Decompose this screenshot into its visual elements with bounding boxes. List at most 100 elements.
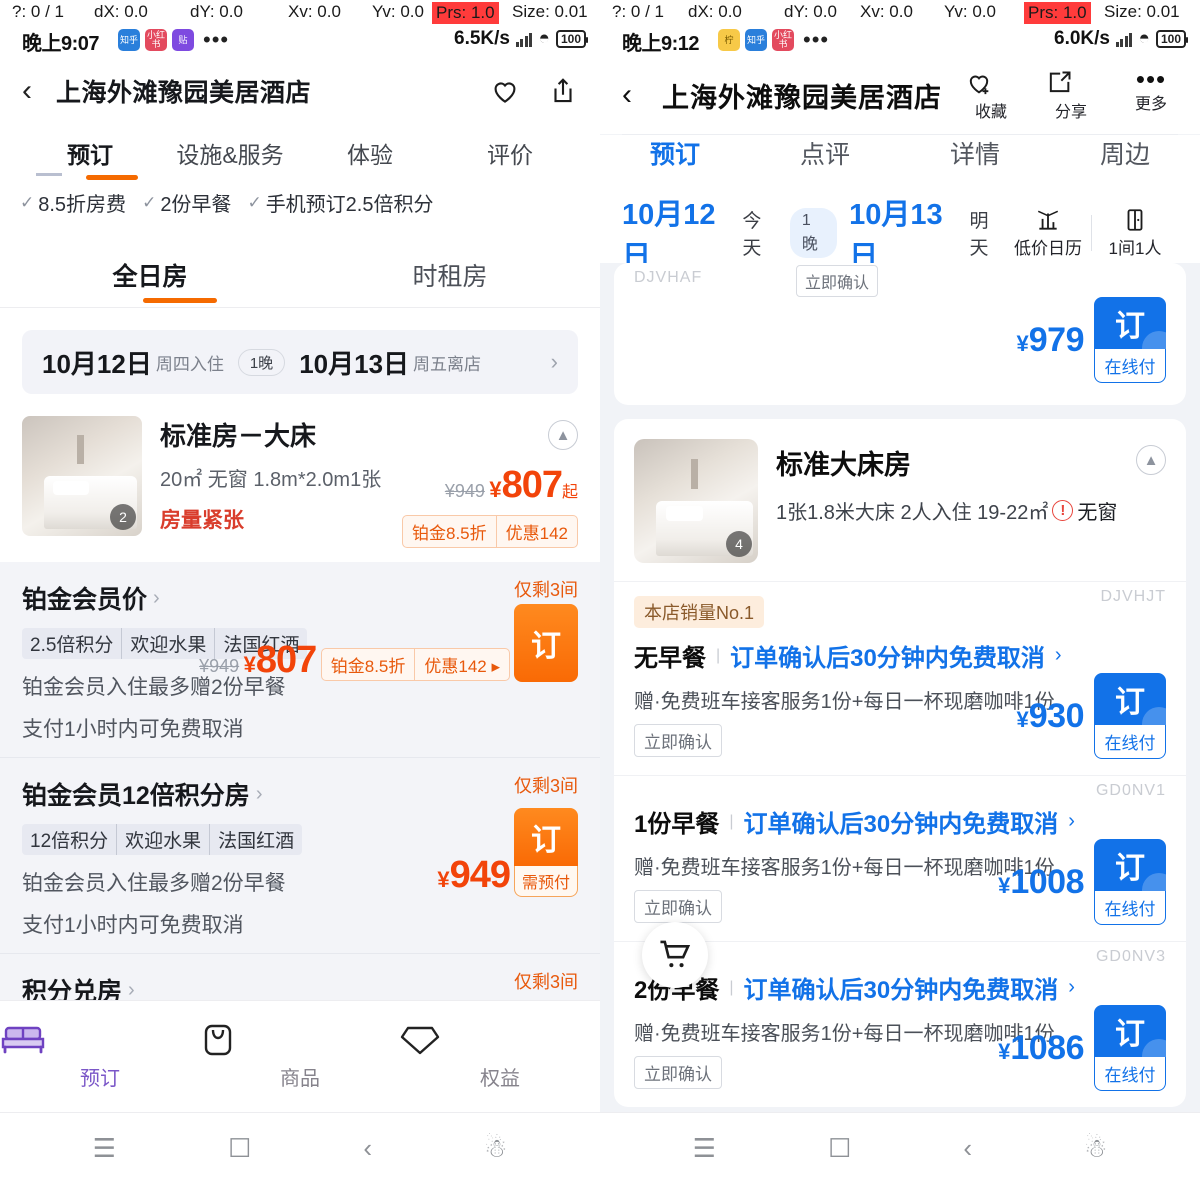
- rate-row-no-breakfast[interactable]: DJVHJT 本店销量No.1 无早餐 | 订单确认后30分钟内免费取消 › 赠…: [614, 581, 1186, 775]
- debug-field-yv: Yv: 0.0: [944, 2, 996, 21]
- tab-reviews[interactable]: 点评: [750, 135, 900, 171]
- rate-title-row[interactable]: 2份早餐 | 订单确认后30分钟内免费取消 ›: [634, 970, 1166, 1005]
- door-icon: [1127, 209, 1143, 231]
- app-icon-lemon: 柠: [718, 29, 740, 51]
- rate-code: GD0NV3: [1095, 948, 1166, 965]
- debug-field-pointer: ?: 0 / 1: [612, 2, 664, 21]
- chevron-right-icon: ›: [1068, 976, 1075, 998]
- debug-field-prs: Prs: 1.0: [432, 2, 499, 24]
- more-action[interactable]: ••• 更多: [1124, 63, 1178, 122]
- bottomnav-booking[interactable]: 预订: [0, 1022, 200, 1091]
- room-name: 标准大床房: [776, 450, 911, 480]
- calendar-label: 低价日历: [1014, 239, 1082, 258]
- debug-field-pointer: ?: 0 / 1: [12, 2, 64, 21]
- date-range-selector[interactable]: 10月12日 周四入住 1晚 10月13日 周五离店 ›: [22, 330, 578, 394]
- discount-tag[interactable]: 优惠142 ▸: [414, 649, 509, 680]
- plan-price: 807: [255, 639, 317, 681]
- meal-label: 无早餐: [634, 645, 706, 672]
- home-icon[interactable]: ☐: [828, 1133, 851, 1164]
- left-debug-statusbar: ?: 0 / 1 dX: 0.0 dY: 0.0 Xv: 0.0 Yv: 0.0…: [0, 0, 600, 56]
- book-button[interactable]: 订: [1094, 297, 1166, 349]
- status-app-icons: 柠 知乎 小红书 •••: [718, 29, 829, 51]
- accessibility-icon[interactable]: ☃: [484, 1133, 507, 1164]
- back-chevron-icon[interactable]: ‹: [622, 78, 662, 112]
- check-icon: ✓: [142, 192, 157, 212]
- subtab-hourly[interactable]: 时租房: [300, 235, 600, 293]
- tab-reviews[interactable]: 评价: [440, 126, 580, 184]
- share-icon[interactable]: [548, 76, 578, 106]
- room-summary-row[interactable]: 2 标准房－大床 20㎡ 无窗 1.8m*2.0m1张 房量紧张 ¥949 ¥8…: [0, 394, 600, 548]
- tab-booking[interactable]: 预订: [600, 135, 750, 171]
- cart-floating-button[interactable]: [642, 922, 708, 988]
- back-chevron-icon[interactable]: ‹: [22, 76, 56, 106]
- tab-details[interactable]: 详情: [900, 135, 1050, 171]
- back-icon[interactable]: ‹: [363, 1133, 372, 1164]
- status-netspeed: 6.5K/s: [454, 28, 510, 49]
- room-header[interactable]: 4 标准大床房 1张1.8米大床 2人入住 19-22㎡ ! 无窗 ▲: [614, 419, 1186, 581]
- signal-bars-icon: [515, 31, 533, 47]
- cancellation-policy: 订单确认后30分钟内免费取消: [743, 977, 1059, 1004]
- rate-row-one-breakfast[interactable]: GD0NV1 1份早餐 | 订单确认后30分钟内免费取消 › 赠·免费班车接客服…: [614, 775, 1186, 941]
- menu-icon[interactable]: ☰: [693, 1133, 716, 1164]
- subtab-full-day[interactable]: 全日房: [0, 235, 300, 293]
- book-button[interactable]: 订: [1094, 839, 1166, 891]
- plan-benefit-chips: 12倍积分 欢迎水果 法国红酒: [22, 824, 303, 855]
- status-network-group: 6.0K/s ◓ 100: [1054, 28, 1189, 50]
- tab-nearby[interactable]: 周边: [1050, 135, 1200, 171]
- book-button-group[interactable]: 订 在线付: [1094, 673, 1166, 759]
- book-button-group[interactable]: 订 在线付: [1094, 839, 1166, 925]
- heart-icon[interactable]: [490, 76, 520, 106]
- favorite-action[interactable]: 收藏: [964, 69, 1018, 122]
- chevron-right-icon: ›: [153, 586, 160, 609]
- chevron-up-icon[interactable]: ▲: [548, 420, 578, 450]
- home-icon[interactable]: ☐: [228, 1133, 251, 1164]
- app-icon-zhihu: 知乎: [118, 29, 140, 51]
- currency-symbol: ¥: [489, 477, 502, 502]
- tab-facilities[interactable]: 设施&服务: [160, 126, 300, 184]
- discount-tags: 铂金8.5折 优惠142 ▸: [320, 648, 510, 681]
- book-button-group[interactable]: 订 在线付: [1094, 297, 1166, 383]
- chevron-right-icon: ›: [1054, 644, 1062, 666]
- plan-title: 铂金会员12倍积分房: [22, 782, 250, 810]
- instant-confirm-badge: 立即确认: [634, 890, 722, 923]
- book-button[interactable]: 订: [1094, 673, 1166, 725]
- book-button[interactable]: 订: [514, 808, 578, 866]
- accessibility-icon[interactable]: ☃: [1084, 1133, 1107, 1164]
- partial-rate-card[interactable]: DJVHAF 立即确认 ¥979 订 在线付: [614, 263, 1186, 405]
- book-button[interactable]: 订: [1094, 1005, 1166, 1057]
- instant-confirm-badge: 立即确认: [796, 265, 879, 297]
- left-phone-panel: ?: 0 / 1 dX: 0.0 dY: 0.0 Xv: 0.0 Yv: 0.0…: [0, 0, 600, 1200]
- rooms-left-badge: 仅剩3间: [513, 580, 578, 600]
- back-icon[interactable]: ‹: [963, 1133, 972, 1164]
- bottomnav-products[interactable]: 商品: [200, 1022, 400, 1091]
- battery-icon: 100: [1155, 30, 1189, 48]
- right-scroll-body[interactable]: DJVHAF 立即确认 ¥979 订 在线付 4 标准大床房 1张1.8米大床 …: [600, 263, 1200, 1200]
- share-action[interactable]: 分享: [1044, 69, 1098, 122]
- rate-title-row[interactable]: 1份早餐 | 订单确认后30分钟内免费取消 ›: [634, 804, 1166, 839]
- room-thumbnail[interactable]: 4: [634, 439, 758, 563]
- rate-title-row[interactable]: 无早餐 | 订单确认后30分钟内免费取消 ›: [634, 638, 1166, 673]
- guests-selector[interactable]: 1间1人: [1092, 207, 1178, 259]
- status-clock: 晚上9:07: [22, 33, 100, 55]
- menu-icon[interactable]: ☰: [93, 1133, 116, 1164]
- currency-symbol: ¥: [998, 872, 1011, 898]
- checkin-label: 周四入住: [155, 354, 224, 374]
- low-price-calendar-button[interactable]: 低价日历: [1005, 207, 1091, 259]
- room-card-standard-king[interactable]: 4 标准大床房 1张1.8米大床 2人入住 19-22㎡ ! 无窗 ▲ DJVH…: [614, 419, 1186, 1107]
- more-dots-icon: •••: [1135, 63, 1167, 94]
- book-button[interactable]: 订: [514, 604, 578, 682]
- rate-plan-platinum[interactable]: 铂金会员价 › 2.5倍积分 欢迎水果 法国红酒 铂金会员入住最多赠2份早餐 支…: [0, 562, 600, 758]
- rate-plan-12x-points[interactable]: 铂金会员12倍积分房 › 12倍积分 欢迎水果 法国红酒 铂金会员入住最多赠2份…: [0, 758, 600, 954]
- chevron-up-icon[interactable]: ▲: [1136, 445, 1166, 475]
- book-button-group[interactable]: 订 在线付: [1094, 1005, 1166, 1091]
- discount-tag: 优惠142: [495, 516, 577, 547]
- divider: |: [729, 812, 734, 830]
- currency-symbol: ¥: [1016, 330, 1029, 356]
- room-thumbnail[interactable]: 2: [22, 416, 142, 536]
- currency-symbol: ¥: [437, 867, 450, 892]
- thumb-pillow-shape: [666, 505, 704, 521]
- bottomnav-benefits[interactable]: 权益: [400, 1022, 600, 1091]
- tab-experience[interactable]: 体验: [300, 126, 440, 184]
- right-system-statusbar: 晚上9:12 柠 知乎 小红书 ••• 6.0K/s ◓ 100: [600, 26, 1200, 56]
- rate-price-row: ¥979 订 在线付: [634, 273, 1166, 383]
